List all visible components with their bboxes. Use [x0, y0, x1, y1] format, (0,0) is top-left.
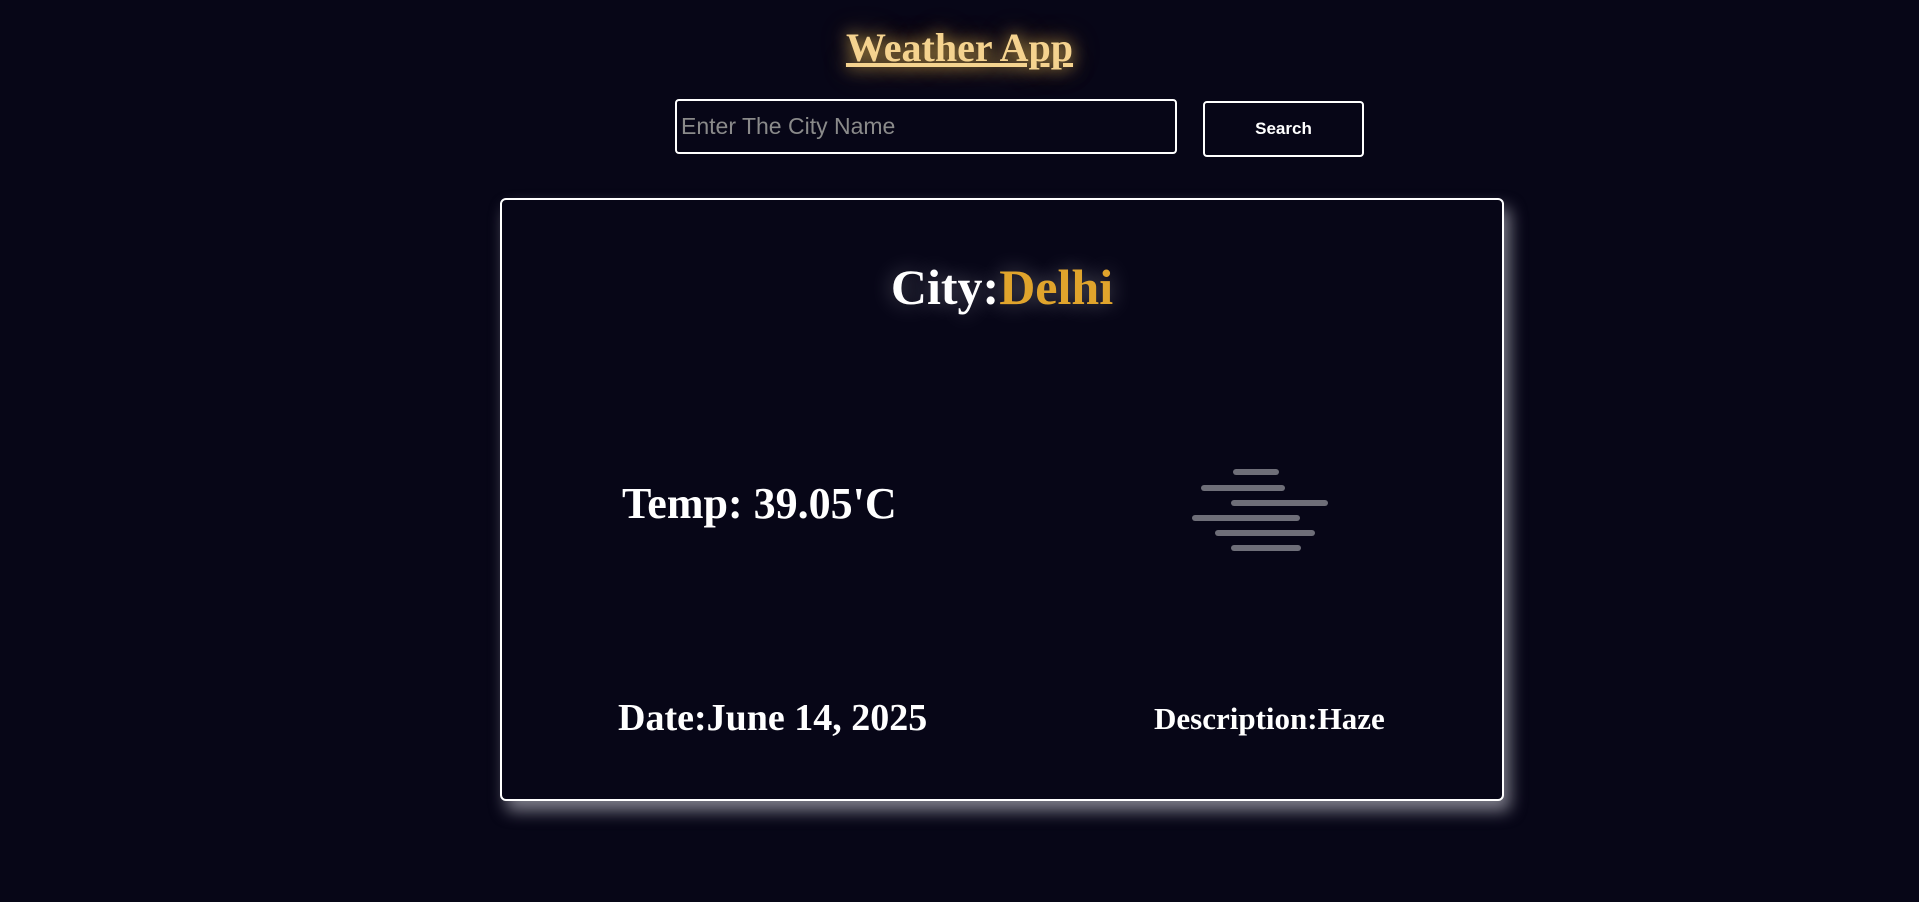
app-title: Weather App [845, 25, 1074, 70]
weather-card: City:Delhi Temp: 39.05'C Date:June 14, 2… [500, 198, 1504, 801]
city-heading: City:Delhi [502, 258, 1502, 316]
date-info: Date:June 14, 2025 [618, 696, 927, 740]
search-button[interactable]: Search [1203, 101, 1364, 157]
date-value: June 14, 2025 [706, 697, 928, 739]
city-label: City: [890, 259, 1000, 315]
description-value: Haze [1317, 701, 1385, 736]
city-name: Delhi [999, 259, 1114, 315]
temperature: Temp: 39.05'C [622, 479, 897, 528]
description-label: Description: [1154, 701, 1318, 736]
date-label: Date: [618, 697, 707, 739]
city-search-input[interactable] [675, 99, 1177, 154]
haze-icon [1192, 464, 1332, 556]
description-info: Description:Haze [1154, 701, 1385, 737]
